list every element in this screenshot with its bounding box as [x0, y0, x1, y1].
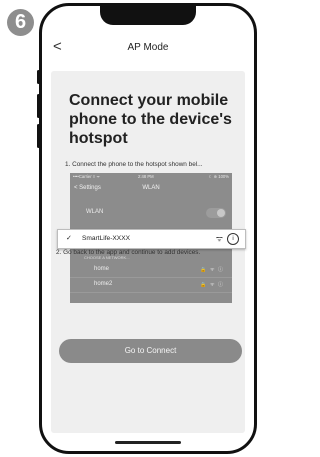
illustration-network-row: home 🔒 ᯤ ⓘ: [70, 263, 232, 278]
illustration-network-icons: 🔒 ᯤ ⓘ: [200, 282, 224, 288]
illustration-network-icons: 🔒 ᯤ ⓘ: [200, 267, 224, 273]
step-two-text: 2. Go back to the app and continue to ad…: [56, 249, 201, 256]
illustration-status-bar: ••••Carrier ≡ ᯤ 2:48 PM ☾ ⊕ 100%: [70, 174, 232, 181]
go-to-connect-button[interactable]: Go to Connect: [59, 339, 242, 363]
illustration-battery: ☾ ⊕ 100%: [208, 174, 229, 179]
phone-notch: [100, 6, 196, 25]
illustration-network-name: home: [94, 266, 110, 272]
hotspot-name: SmartLife-XXXX: [82, 234, 131, 242]
page-title: AP Mode: [127, 42, 169, 53]
illustration-wlan-label: WLAN: [86, 209, 104, 215]
illustration-wlan-toggle: [206, 208, 226, 218]
step-number-badge: 6: [7, 9, 34, 36]
illustration-carrier: ••••Carrier ≡ ᯤ: [73, 174, 101, 179]
step-one-text: 1. Connect the phone to the hotspot show…: [65, 161, 203, 168]
illustration-network-name: home2: [94, 281, 113, 287]
home-indicator: [115, 441, 181, 444]
wifi-icon: ᯤ: [215, 234, 223, 243]
check-icon: ✓: [66, 235, 72, 242]
illustration-title: WLAN: [142, 185, 160, 191]
phone-volume-down-button: [37, 124, 40, 148]
illustration-time: 2:48 PM: [138, 174, 154, 179]
illustration-network-row: home2 🔒 ᯤ ⓘ: [70, 278, 232, 293]
navigation-bar: < AP Mode: [42, 32, 254, 64]
highlighted-hotspot-row: ✓ SmartLife-XXXX ᯤ i: [57, 229, 246, 249]
phone-power-button: [254, 104, 257, 138]
instruction-heading: Connect your mobile phone to the device'…: [69, 92, 232, 147]
phone-volume-up-button: [37, 94, 40, 118]
phone-frame: < AP Mode Connect your mobile phone to t…: [39, 3, 257, 454]
phone-side-button: [37, 70, 40, 84]
info-icon: i: [227, 232, 239, 245]
illustration-nav-bar: < Settings WLAN: [70, 183, 232, 195]
illustration-wlan-row: WLAN: [70, 205, 232, 221]
